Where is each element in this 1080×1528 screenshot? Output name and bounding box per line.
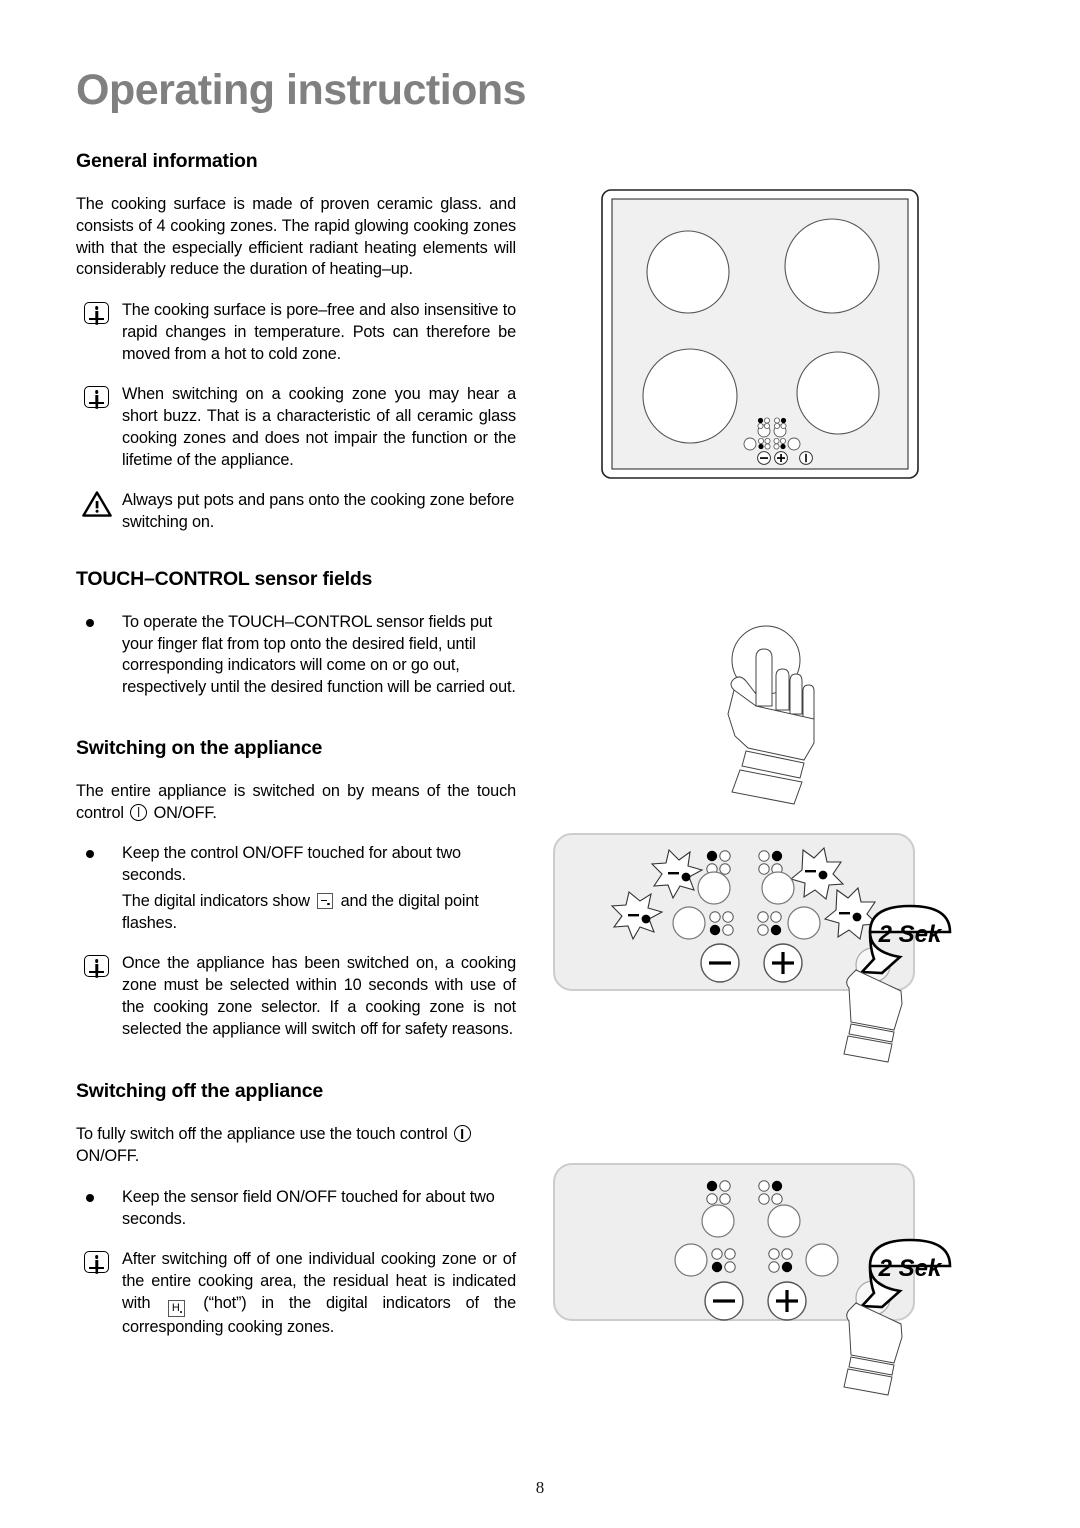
bullet-dot-icon: [86, 850, 94, 859]
switching-off-intro-part1: To fully switch off the appliance use th…: [76, 1125, 448, 1144]
switching-off-intro: To fully switch off the appliance use th…: [76, 1124, 516, 1168]
bullet-keep-control-touched-text: Keep the control ON/OFF touched for abou…: [122, 844, 461, 884]
info-icon: [84, 1251, 109, 1274]
bullet-dot-icon: [86, 618, 94, 627]
info-icon: [84, 955, 109, 978]
note-select-zone-text: Once the appliance has been switched on,…: [122, 954, 516, 1038]
warning-pots-pans-text: Always put pots and pans onto the cookin…: [122, 491, 515, 531]
bullet-keep-control-touched: Keep the control ON/OFF touched for abou…: [76, 843, 516, 934]
figure-panel-switching-off: 2 Sek: [552, 1156, 982, 1396]
document-page: Operating instructions General informati…: [0, 0, 1080, 1528]
page-number: 8: [535, 1478, 545, 1497]
note-select-zone: Once the appliance has been switched on,…: [76, 953, 516, 1040]
note-pore-free-text: The cooking surface is pore–free and als…: [122, 301, 516, 363]
bullet-keep-sensor-touched: Keep the sensor field ON/OFF touched for…: [76, 1187, 516, 1231]
digital-display-dash-icon: [317, 892, 334, 909]
figure-panel-switching-on: 2 Sek: [552, 826, 982, 1066]
switching-off-intro-part2: ON/OFF.: [76, 1147, 140, 1165]
callout-2sek-label: 2 Sek: [878, 1255, 943, 1282]
heading-switching-on: Switching on the appliance: [76, 736, 323, 759]
note-buzz: When switching on a cooking zone you may…: [76, 384, 516, 471]
text-column: General information The cooking surface …: [76, 150, 516, 1358]
switching-on-intro: The entire appliance is switched on by m…: [76, 781, 516, 825]
heading-touch-control: TOUCH–CONTROL sensor fields: [76, 567, 373, 590]
warning-triangle-icon: [82, 491, 112, 518]
digital-indicator-part1: The digital indicators show: [122, 891, 310, 910]
figure-ceramic-hob: [600, 188, 920, 480]
bullet-digital-indicator-text: The digital indicators show and the digi…: [122, 891, 516, 935]
info-icon: [84, 386, 109, 409]
warning-pots-pans: Always put pots and pans onto the cookin…: [76, 490, 516, 534]
callout-2sek-label: 2 Sek: [878, 921, 943, 948]
heading-general-information: General information: [76, 150, 258, 172]
hot-indicator-letter: H: [171, 1301, 180, 1314]
bullet-dot-icon: [86, 1193, 94, 1202]
general-intro-paragraph: The cooking surface is made of proven ce…: [76, 195, 516, 279]
bullet-keep-sensor-touched-text: Keep the sensor field ON/OFF touched for…: [122, 1187, 495, 1228]
page-title: Operating instructions: [76, 66, 527, 114]
note-residual-heat: After switching off of one individual co…: [76, 1249, 516, 1338]
note-pore-free: The cooking surface is pore–free and als…: [76, 300, 516, 365]
info-icon: [84, 302, 109, 324]
hot-indicator-icon: H: [168, 1299, 186, 1317]
on-off-icon: [130, 803, 148, 821]
bullet-operate-sensor-fields-text: To operate the TOUCH–CONTROL sensor fiel…: [122, 612, 516, 696]
bullet-operate-sensor-fields: To operate the TOUCH–CONTROL sensor fiel…: [76, 612, 516, 699]
note-residual-heat-text: After switching off of one individual co…: [122, 1249, 516, 1338]
note-buzz-text: When switching on a cooking zone you may…: [122, 385, 516, 469]
switching-on-intro-part2: ON/OFF.: [153, 803, 217, 822]
figure-hand-pressing-sensor: [690, 618, 840, 808]
heading-switching-off: Switching off the appliance: [76, 1080, 324, 1103]
on-off-icon: [453, 1125, 471, 1143]
